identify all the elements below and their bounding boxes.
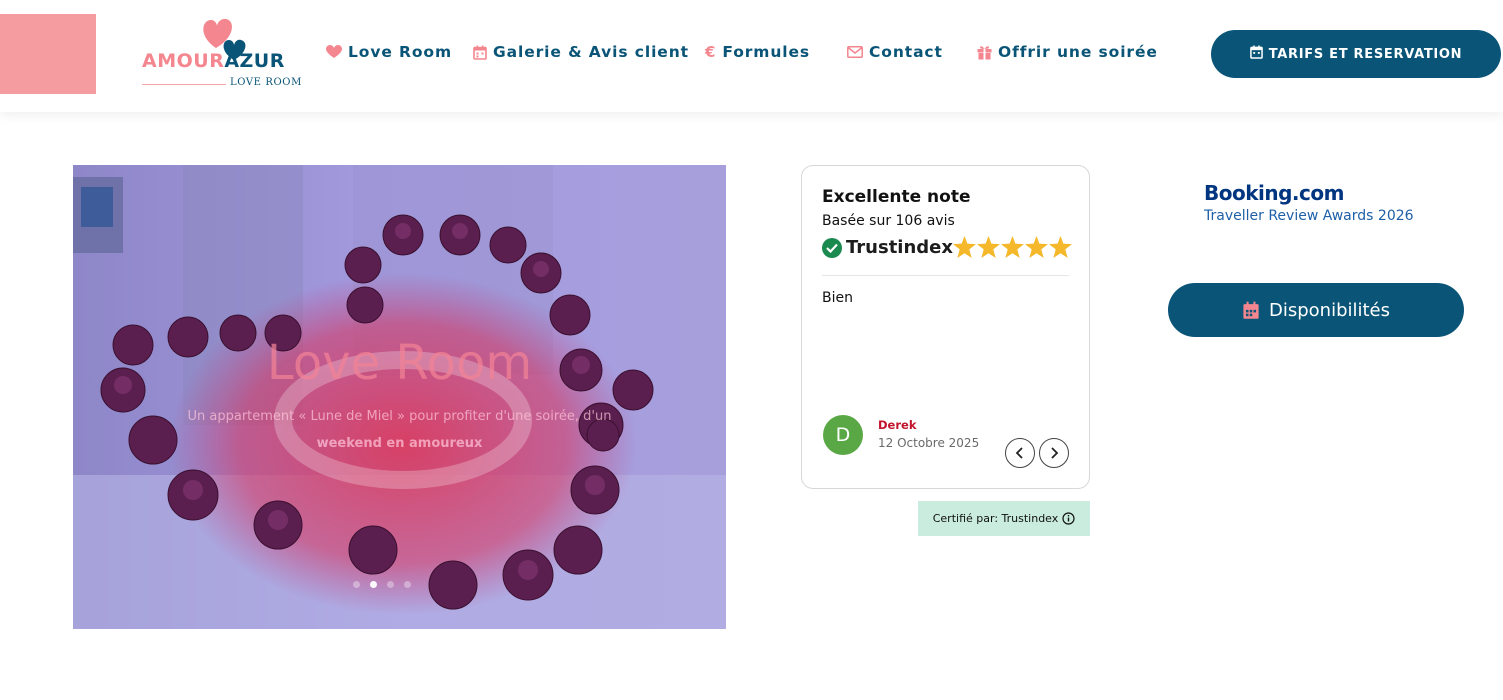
calendar-icon [473, 45, 487, 60]
info-icon [1062, 512, 1075, 525]
hero-slider[interactable]: Love Room Un appartement « Lune de Miel … [73, 165, 726, 629]
hero-subtitle-text: Un appartement « Lune de Miel » pour pro… [187, 409, 612, 424]
star-icon [977, 236, 1000, 258]
nav-label-contact: Contact [869, 43, 943, 61]
reviewer-name: Derek [878, 418, 917, 432]
certified-label: Certifié par: Trustindex [932, 512, 1059, 525]
slider-dot-active[interactable] [370, 581, 377, 588]
hero-title: Love Room [266, 335, 533, 391]
review-text: Bien [822, 290, 853, 306]
booking-award-text: Traveller Review Awards 2026 [1204, 208, 1414, 224]
hero-background-image [73, 165, 726, 629]
tarifs-reservation-button[interactable]: TARIFS ET RESERVATION [1211, 30, 1501, 78]
nav-label-offrir: Offrir une soirée [998, 43, 1158, 61]
logo-subtitle: LOVE ROOM [230, 77, 302, 88]
hero-subtitle-bold: weekend en amoureux [316, 436, 483, 451]
envelope-icon [847, 46, 863, 58]
reviewer-avatar: D [823, 415, 863, 455]
calendar-icon [1243, 301, 1259, 319]
star-icon [1049, 236, 1072, 258]
booking-award-badge[interactable]: Booking.com Traveller Review Awards 2026 [1204, 181, 1414, 224]
main-navigation: Love Room Galerie & Avis client € Formul… [0, 43, 1200, 65]
slider-dots [353, 581, 411, 588]
gift-icon [977, 45, 992, 60]
trustindex-label: Trustindex [846, 237, 953, 258]
site-header: AMOURAZUR LOVE ROOM Love Room Galerie & … [0, 0, 1503, 112]
nav-label-formules: Formules [722, 43, 811, 61]
star-icon [1025, 236, 1048, 258]
trustindex-brand[interactable]: Trustindex [822, 237, 953, 258]
slider-dot[interactable] [387, 581, 394, 588]
nav-item-contact[interactable]: Contact [847, 43, 943, 61]
star-rating [953, 236, 1072, 258]
next-review-button[interactable] [1039, 438, 1069, 468]
slider-dot[interactable] [404, 581, 411, 588]
nav-label-love-room: Love Room [348, 43, 453, 61]
availability-button[interactable]: Disponibilités [1168, 283, 1464, 337]
certified-badge[interactable]: Certifié par: Trustindex [918, 501, 1090, 536]
logo-divider [142, 84, 226, 85]
nav-item-love-room[interactable]: Love Room [326, 43, 452, 61]
card-divider [822, 275, 1069, 276]
star-icon [1001, 236, 1024, 258]
check-icon [822, 237, 842, 258]
nav-item-formules[interactable]: € Formules [705, 43, 810, 61]
euro-icon: € [705, 43, 717, 61]
hero-subtitle: Un appartement « Lune de Miel » pour pro… [153, 403, 646, 457]
chevron-right-icon [1051, 447, 1059, 459]
nav-item-galerie[interactable]: Galerie & Avis client [473, 43, 689, 61]
cta-label: TARIFS ET RESERVATION [1268, 46, 1463, 62]
rating-title: Excellente note [822, 187, 971, 207]
trustindex-review-widget: Excellente note Basée sur 106 avis Trust… [801, 165, 1090, 489]
nav-label-galerie: Galerie & Avis client [493, 43, 689, 61]
availability-label: Disponibilités [1268, 299, 1391, 321]
nav-item-offrir[interactable]: Offrir une soirée [977, 43, 1158, 61]
previous-review-button[interactable] [1005, 438, 1035, 468]
heart-icon [326, 45, 342, 59]
star-icon [953, 236, 976, 258]
chevron-left-icon [1015, 447, 1023, 459]
booking-logo: Booking.com [1204, 181, 1344, 205]
review-date: 12 Octobre 2025 [878, 436, 980, 450]
rating-count: Basée sur 106 avis [822, 213, 955, 229]
calendar-icon [1249, 45, 1263, 63]
slider-dot[interactable] [353, 581, 360, 588]
